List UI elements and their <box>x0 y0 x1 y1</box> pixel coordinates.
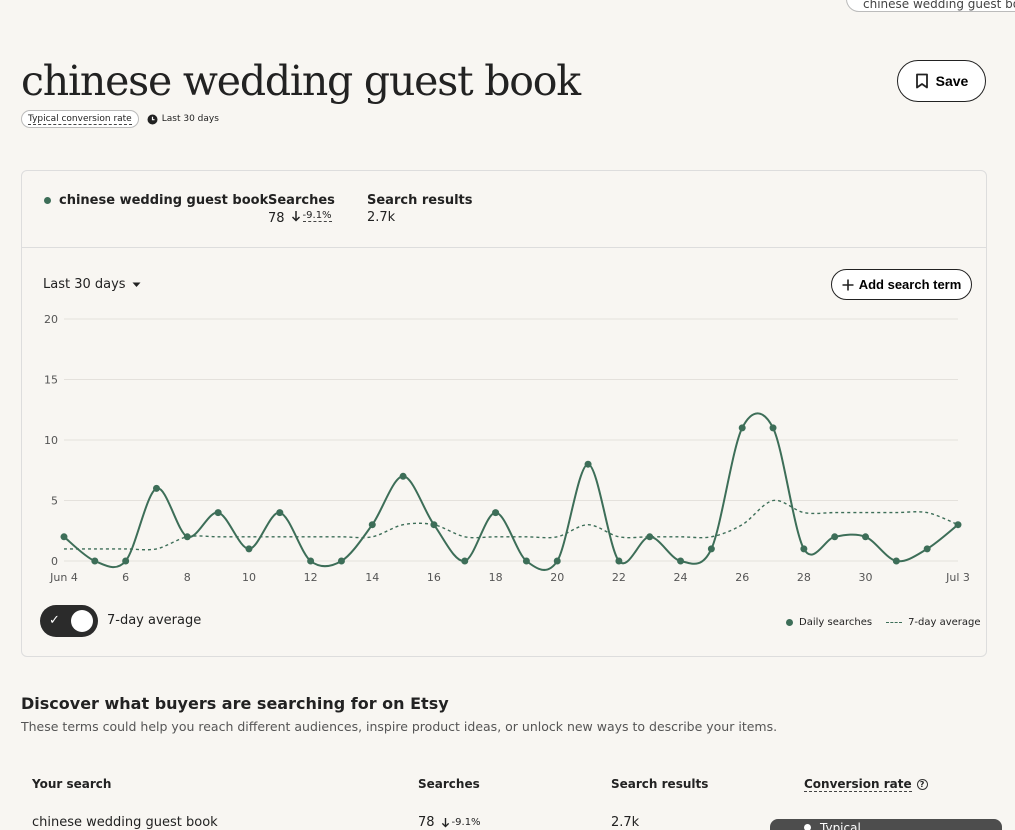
data-point <box>368 521 376 529</box>
data-point <box>461 557 469 565</box>
legend-avg-label: 7-day average <box>908 617 981 628</box>
check-icon: ✓ <box>49 613 60 628</box>
conversion-badge: Typical <box>770 819 1002 830</box>
data-point <box>122 557 130 565</box>
legend-avg-marker <box>886 622 903 623</box>
series-line-daily-searches <box>63 412 959 571</box>
data-point <box>923 545 931 553</box>
row-searches: 78 -9.1% <box>418 815 481 830</box>
row-results: 2.7k <box>611 815 640 830</box>
x-tick-label: 20 <box>550 571 564 584</box>
chart-legend: Daily searches 7-day average <box>786 617 981 628</box>
searches-chart: 0 5 10 15 20 Jun 4 6 8 10 12 14 16 18 20 22 24 26 28 30 Jul… <box>44 313 970 584</box>
data-point <box>152 484 160 492</box>
data-point <box>337 557 345 565</box>
x-tick-label: 14 <box>365 571 379 584</box>
x-tick-label: Jul 3 <box>945 571 970 584</box>
data-point <box>892 557 900 565</box>
x-tick-label: 28 <box>797 571 811 584</box>
x-tick-label: 8 <box>184 571 191 584</box>
pill-label: chinese wedding guest book <box>863 0 1015 11</box>
data-point <box>60 533 68 541</box>
data-point <box>553 557 561 565</box>
data-point <box>738 424 746 432</box>
data-point <box>707 545 715 553</box>
range-tag-label: Last 30 days <box>161 114 219 124</box>
bookmark-icon <box>915 73 928 89</box>
data-point <box>954 521 962 529</box>
x-tick-label: 12 <box>304 571 318 584</box>
y-tick-label: 0 <box>51 555 58 568</box>
data-point <box>492 509 500 517</box>
data-point <box>646 533 654 541</box>
data-point <box>769 424 777 432</box>
data-point <box>862 533 870 541</box>
col-header-results: Search results <box>611 777 709 791</box>
data-point <box>91 557 99 565</box>
arrow-down-icon <box>441 818 449 828</box>
help-icon[interactable]: ? <box>916 779 928 790</box>
page-title: chinese wedding guest book <box>21 57 581 105</box>
row-searches-delta: -9.1% <box>451 817 481 828</box>
conversion-tag-label: Typical conversion rate <box>28 114 132 125</box>
col-header-searches: Searches <box>418 777 480 791</box>
x-tick-label: 10 <box>242 571 256 584</box>
row-search-term[interactable]: chinese wedding guest book <box>32 815 218 830</box>
x-tick-label: 16 <box>427 571 441 584</box>
x-tick-label: Jun 4 <box>49 571 78 584</box>
discover-subtitle: These terms could help you reach differe… <box>21 719 778 734</box>
average-toggle[interactable]: ✓ <box>40 605 98 637</box>
search-term-pill[interactable]: chinese wedding guest book <box>846 0 1015 12</box>
y-tick-label: 5 <box>51 495 58 508</box>
series-line-7-day-average <box>64 499 959 551</box>
trend-card: chinese wedding guest book Searches 78 -… <box>21 170 987 657</box>
average-toggle-label: 7-day average <box>107 613 202 628</box>
x-tick-label: 6 <box>122 571 129 584</box>
data-point <box>276 509 284 517</box>
legend-daily-label: Daily searches <box>799 617 873 628</box>
data-point <box>245 545 253 553</box>
data-point <box>430 521 438 529</box>
data-point <box>800 545 808 553</box>
x-tick-label: 18 <box>489 571 503 584</box>
save-label: Save <box>935 73 969 89</box>
x-tick-label: 30 <box>859 571 873 584</box>
legend-daily-marker <box>786 619 793 626</box>
row-searches-value: 78 <box>418 815 435 830</box>
badge-label: Typical <box>820 821 861 830</box>
discover-title: Discover what buyers are searching for o… <box>21 694 449 713</box>
data-point <box>677 557 685 565</box>
col-header-conversion[interactable]: Conversion rate? <box>804 777 928 792</box>
x-tick-label: 26 <box>735 571 749 584</box>
x-tick-label: 22 <box>612 571 626 584</box>
data-point <box>584 460 592 468</box>
data-point <box>522 557 530 565</box>
data-point <box>399 472 407 480</box>
save-button[interactable]: Save <box>897 60 986 102</box>
y-tick-label: 10 <box>44 434 58 447</box>
range-tag: Last 30 days <box>147 114 219 125</box>
clock-icon <box>147 114 158 124</box>
x-tick-label: 24 <box>674 571 688 584</box>
tag-row: Typical conversion rate Last 30 days <box>21 110 219 128</box>
conversion-tag[interactable]: Typical conversion rate <box>21 110 139 128</box>
data-point <box>214 509 222 517</box>
badge-dot <box>804 824 811 830</box>
data-point <box>831 533 839 541</box>
data-point <box>183 533 191 541</box>
data-point <box>307 557 315 565</box>
y-tick-label: 20 <box>44 313 58 326</box>
toggle-knob <box>71 610 93 632</box>
y-tick-label: 15 <box>44 374 58 387</box>
col-header-search: Your search <box>32 777 112 791</box>
data-point <box>615 557 623 565</box>
conversion-header-label: Conversion rate <box>804 777 912 792</box>
